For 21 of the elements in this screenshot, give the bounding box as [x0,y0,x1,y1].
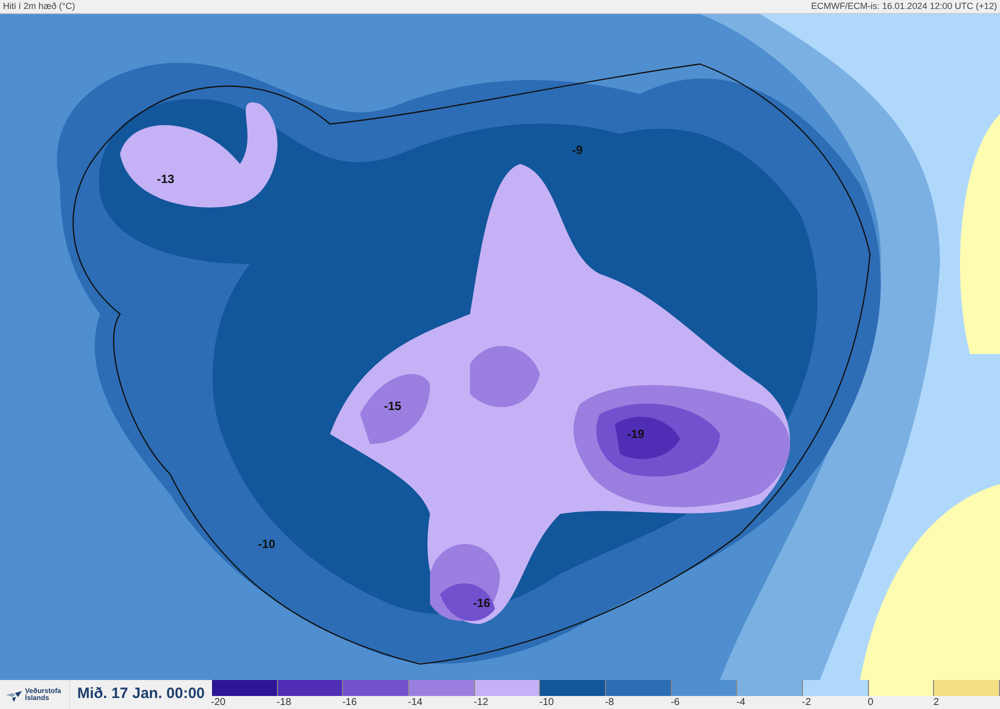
legend-label: -20 [211,696,226,709]
valid-time: Mið. 17 Jan. 00:00 [77,684,205,704]
temperature-label: -16 [473,595,490,612]
legend-label: 2 [933,696,939,709]
legend-label: -2 [802,696,811,709]
legend-label: -4 [736,696,746,709]
legend-label: -10 [539,696,554,709]
legend-label: -6 [670,696,680,709]
legend-label: -8 [605,696,614,709]
temperature-label: -9 [572,142,583,159]
model-run-info: ECMWF/ECM-is: 16.01.2024 12:00 UTC (+12) [811,2,997,11]
legend-label: -16 [342,696,357,709]
map-title: Hiti í 2m hæð (°C) [3,2,76,11]
temperature-label: -19 [627,426,644,443]
temperature-label: -15 [384,398,402,415]
temperature-label: -10 [258,536,276,553]
legend-label: -18 [276,696,292,709]
legend-label: 0 [868,696,874,709]
legend-label: -12 [474,696,488,709]
legend-label: -14 [408,696,422,709]
temperature-label: -13 [157,171,174,188]
